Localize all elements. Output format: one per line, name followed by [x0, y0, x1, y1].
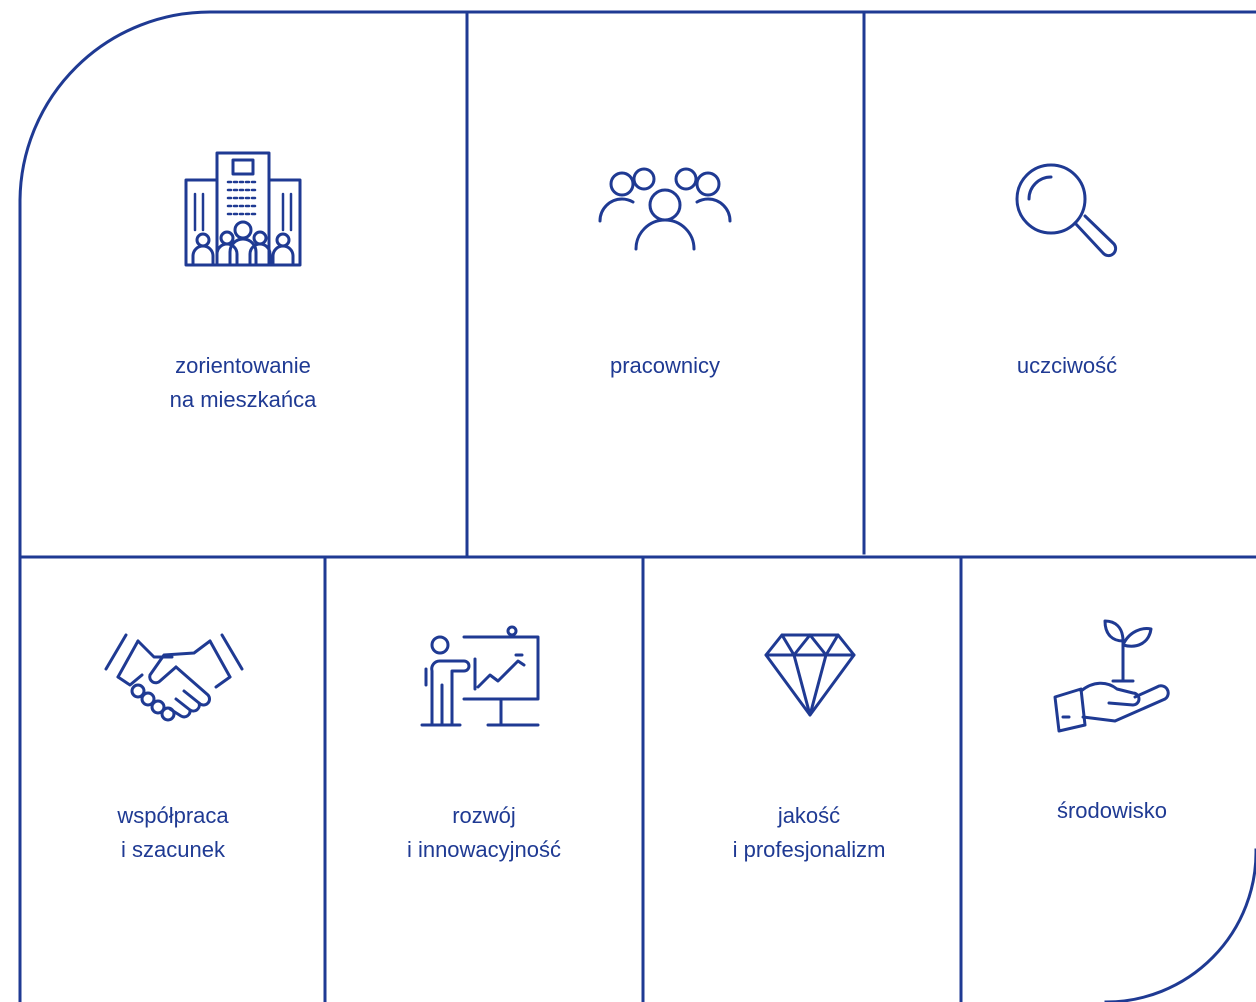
presentation-chart-icon: [420, 625, 542, 729]
value-label-line: pracownicy: [609, 353, 721, 378]
value-label-line: i profesjonalizm: [732, 837, 886, 862]
value-label-line: współpraca: [117, 803, 229, 828]
value-label-line: środowisko: [1056, 798, 1168, 823]
value-label-line: na mieszkańca: [169, 387, 317, 412]
value-label-employees: pracownicy: [565, 349, 765, 383]
hand-plant-icon: [1053, 617, 1173, 735]
handshake-icon: [104, 627, 244, 723]
value-label-line: uczciwość: [1016, 353, 1118, 378]
value-label-line: i szacunek: [121, 837, 225, 862]
value-label-environment: środowisko: [1012, 794, 1212, 828]
value-label-development-innovation: rozwój i innowacyjność: [384, 799, 584, 867]
diamond-icon: [764, 633, 856, 717]
value-label-line: jakość: [777, 803, 841, 828]
value-label-resident-orientation: zorientowanie na mieszkańca: [143, 349, 343, 417]
office-building-people-icon: [184, 151, 302, 268]
value-label-line: i innowacyjność: [406, 837, 562, 862]
value-label-quality-professionalism: jakość i profesjonalizm: [709, 799, 909, 867]
value-label-cooperation-respect: współpraca i szacunek: [73, 799, 273, 867]
people-group-icon: [598, 165, 732, 251]
value-label-honesty: uczciwość: [967, 349, 1167, 383]
value-label-line: rozwój: [452, 803, 516, 828]
value-label-line: zorientowanie: [175, 353, 311, 378]
magnifier-icon: [1015, 163, 1119, 261]
